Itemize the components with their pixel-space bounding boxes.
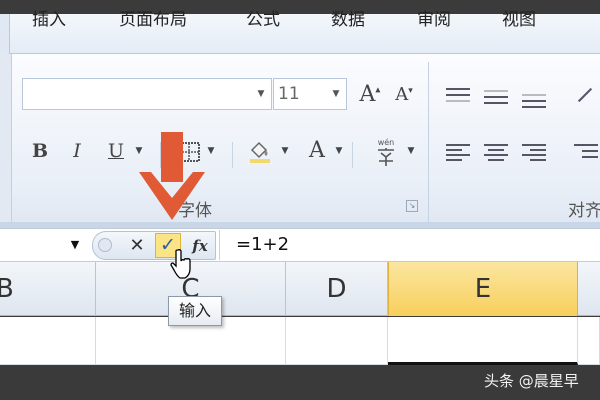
- column-header-b[interactable]: B: [0, 262, 96, 316]
- tab-insert[interactable]: 插入: [32, 6, 66, 34]
- tab-review[interactable]: 审阅: [417, 6, 451, 34]
- align-middle-icon[interactable]: [484, 88, 508, 106]
- tab-data[interactable]: 数据: [331, 6, 365, 34]
- orientation-icon[interactable]: [572, 86, 596, 104]
- ribbon-left-edge: [0, 54, 12, 226]
- underline-button[interactable]: U: [104, 140, 128, 168]
- svg-text:wén: wén: [378, 137, 395, 147]
- chevron-down-icon[interactable]: ▼: [253, 79, 269, 109]
- chevron-down-icon[interactable]: ▼: [334, 146, 344, 162]
- phonetic-guide-button[interactable]: wén: [370, 136, 402, 170]
- group-separator: [428, 62, 429, 222]
- dialog-launcher-icon[interactable]: ↘: [406, 200, 418, 212]
- align-right-icon[interactable]: [522, 144, 546, 162]
- align-top-icon[interactable]: [446, 86, 470, 104]
- red-arrow-icon: [139, 132, 205, 220]
- indent-icon[interactable]: [574, 144, 598, 162]
- cursor-icon: [170, 249, 191, 279]
- column-header-f[interactable]: [578, 262, 600, 316]
- align-left-icon[interactable]: [446, 144, 470, 162]
- font-color-button[interactable]: A: [304, 138, 330, 168]
- fill-color-icon: [250, 141, 270, 163]
- chevron-down-icon[interactable]: ▼: [328, 79, 344, 109]
- fill-color-button[interactable]: [246, 140, 274, 168]
- excel-screenshot: 插入 页面布局 公式 数据 审阅 视图 ▼ 11 ▼ A▴ A▾ B I U ▼…: [0, 0, 600, 400]
- grow-font-button[interactable]: A▴: [356, 82, 384, 110]
- formula-bar: [0, 228, 600, 262]
- cell-e-active[interactable]: [388, 317, 578, 365]
- toolbar-separator: [352, 142, 353, 168]
- font-name-combo[interactable]: ▼: [22, 78, 272, 110]
- bold-button[interactable]: B: [28, 140, 52, 168]
- chevron-down-icon[interactable]: ▼: [66, 232, 84, 258]
- chevron-down-icon[interactable]: ▼: [206, 146, 216, 162]
- tab-left-edge: [0, 14, 10, 54]
- font-size-combo[interactable]: 11 ▼: [273, 78, 347, 110]
- shrink-font-label: A: [395, 84, 409, 105]
- shrink-font-button[interactable]: A▾: [392, 84, 416, 110]
- column-header-d[interactable]: D: [286, 262, 388, 316]
- formula-separator: [219, 230, 220, 260]
- align-bottom-icon[interactable]: [522, 90, 546, 108]
- cell-f[interactable]: [578, 317, 600, 365]
- chevron-down-icon[interactable]: ▼: [280, 146, 290, 162]
- resize-handle[interactable]: [98, 238, 112, 252]
- font-size-value: 11: [278, 84, 300, 104]
- grow-font-label: A: [359, 82, 376, 107]
- tab-view[interactable]: 视图: [502, 6, 536, 34]
- cancel-button[interactable]: ✕: [126, 233, 148, 259]
- alignment-group-label: 对齐: [568, 201, 600, 221]
- chevron-down-icon[interactable]: ▼: [406, 146, 416, 162]
- tab-formulas[interactable]: 公式: [246, 6, 280, 34]
- tooltip: 输入: [168, 296, 222, 326]
- cell-b[interactable]: [0, 317, 96, 365]
- watermark: 头条 @晨星早: [484, 372, 579, 390]
- tab-page-layout[interactable]: 页面布局: [119, 6, 187, 34]
- align-center-icon[interactable]: [484, 144, 508, 162]
- cell-d[interactable]: [286, 317, 388, 365]
- phonetic-icon: wén: [378, 137, 395, 166]
- italic-button[interactable]: I: [66, 140, 88, 168]
- formula-input[interactable]: =1+2: [236, 232, 289, 258]
- toolbar-separator: [232, 142, 233, 168]
- column-header-e[interactable]: E: [388, 262, 578, 316]
